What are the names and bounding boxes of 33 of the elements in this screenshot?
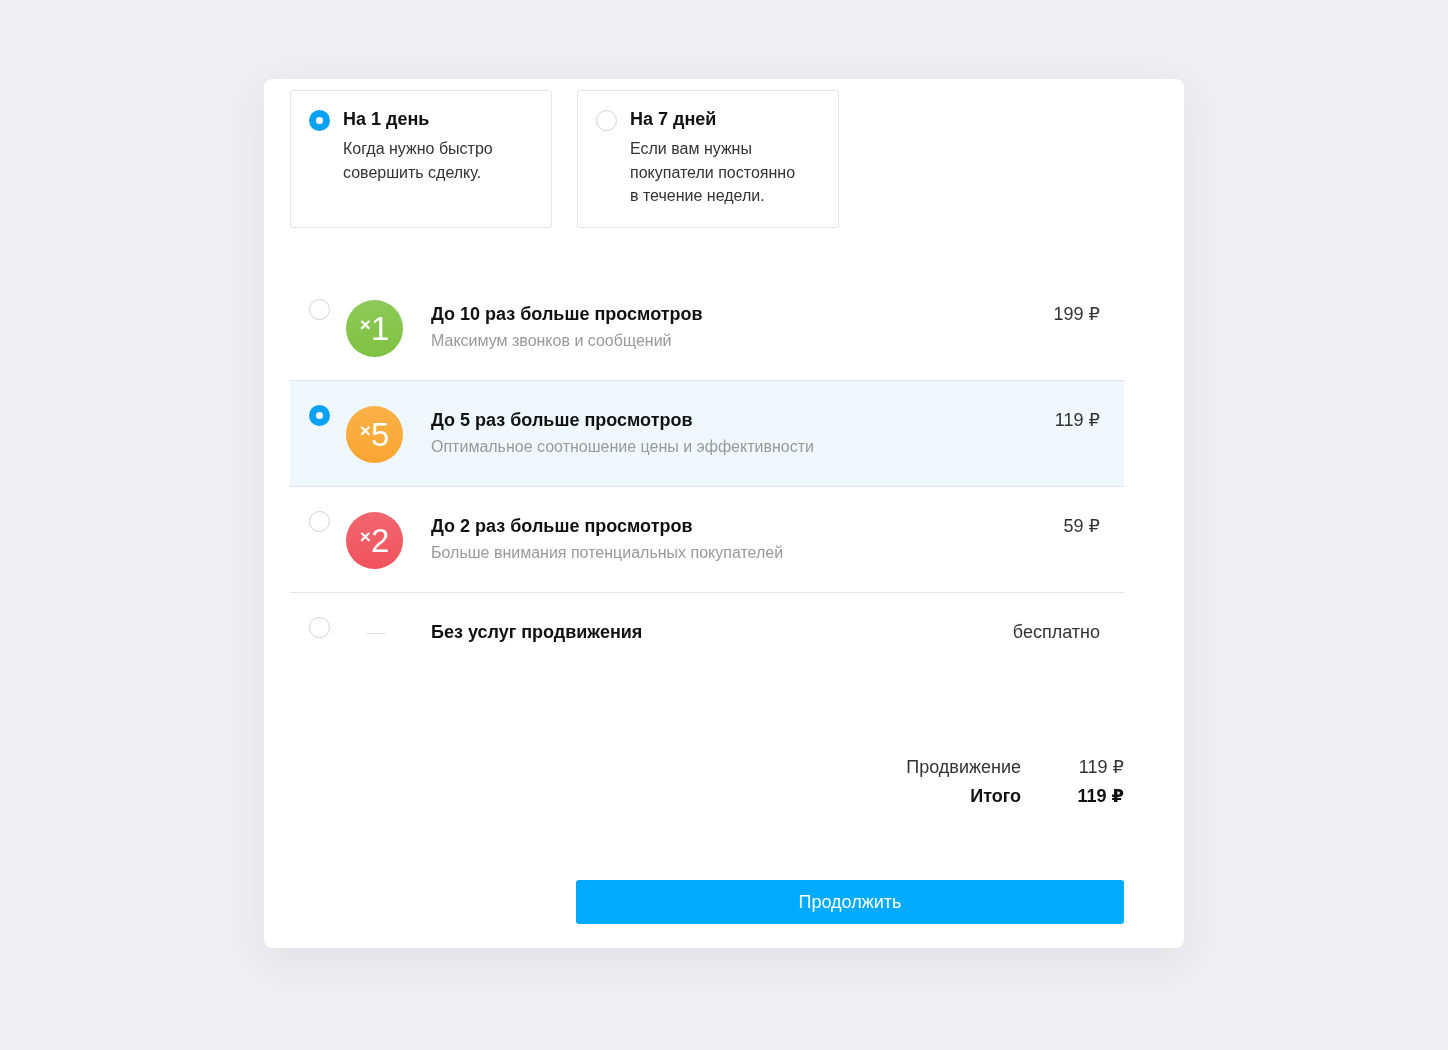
option-price: 119 ₽	[1054, 409, 1100, 431]
summary-label: Продвижение	[906, 756, 1021, 779]
multiplier-badge: $^{×}$2	[346, 512, 403, 569]
option-title: До 10 раз больше просмотров	[431, 303, 704, 325]
option-title: До 5 раз больше просмотров	[431, 409, 694, 431]
summary-value: 119 ₽	[1077, 756, 1124, 779]
option-row[interactable]: $^{×}$5 До 5 раз больше просмотров Оптимальное соотношение цены и эффективности 119 ₽	[290, 381, 1124, 487]
summary-label: Итого	[970, 785, 1021, 808]
multiplier-badge: $^{×}$1	[346, 300, 403, 357]
duration-card[interactable]: На 1 день Когда нужно быстро совершить сделку.	[290, 90, 552, 228]
option-row[interactable]: Без услуг продвижения бесплатно	[290, 593, 1124, 699]
radio-button[interactable]	[309, 110, 330, 131]
radio-button[interactable]	[309, 511, 330, 532]
option-price: 59 ₽	[1063, 515, 1100, 537]
duration-card[interactable]: На 7 дней Если вам нужны покупатели постоянно в течение недели.	[577, 90, 839, 228]
duration-title: На 1 день	[343, 108, 431, 130]
option-title: До 2 раз больше просмотров	[431, 515, 694, 537]
radio-button[interactable]	[309, 617, 330, 638]
duration-description: Когда нужно быстро совершить сделку.	[343, 139, 494, 183]
radio-button[interactable]	[309, 405, 330, 426]
multiplier-badge: $^{×}$5	[346, 406, 403, 463]
option-subtitle: Оптимальное соотношение цены и эффективности	[431, 437, 815, 457]
radio-button[interactable]	[596, 110, 617, 131]
option-subtitle: Больше внимания потенциальных покупателей	[431, 543, 785, 563]
option-price: 199 ₽	[1053, 303, 1100, 325]
duration-title: На 7 дней	[630, 108, 718, 130]
duration-description: Если вам нужны покупатели постоянно в течение недели.	[630, 139, 797, 206]
summary-value: 119 ₽	[1076, 785, 1124, 808]
option-price: бесплатно	[1012, 621, 1100, 643]
option-row[interactable]: $^{×}$2 До 2 раз больше просмотров Больше внимания потенциальных покупателей 59 ₽	[290, 487, 1124, 593]
option-title: Без услуг продвижения	[431, 621, 644, 643]
radio-button[interactable]	[309, 299, 330, 320]
option-subtitle: Максимум звонков и сообщений	[431, 331, 673, 351]
